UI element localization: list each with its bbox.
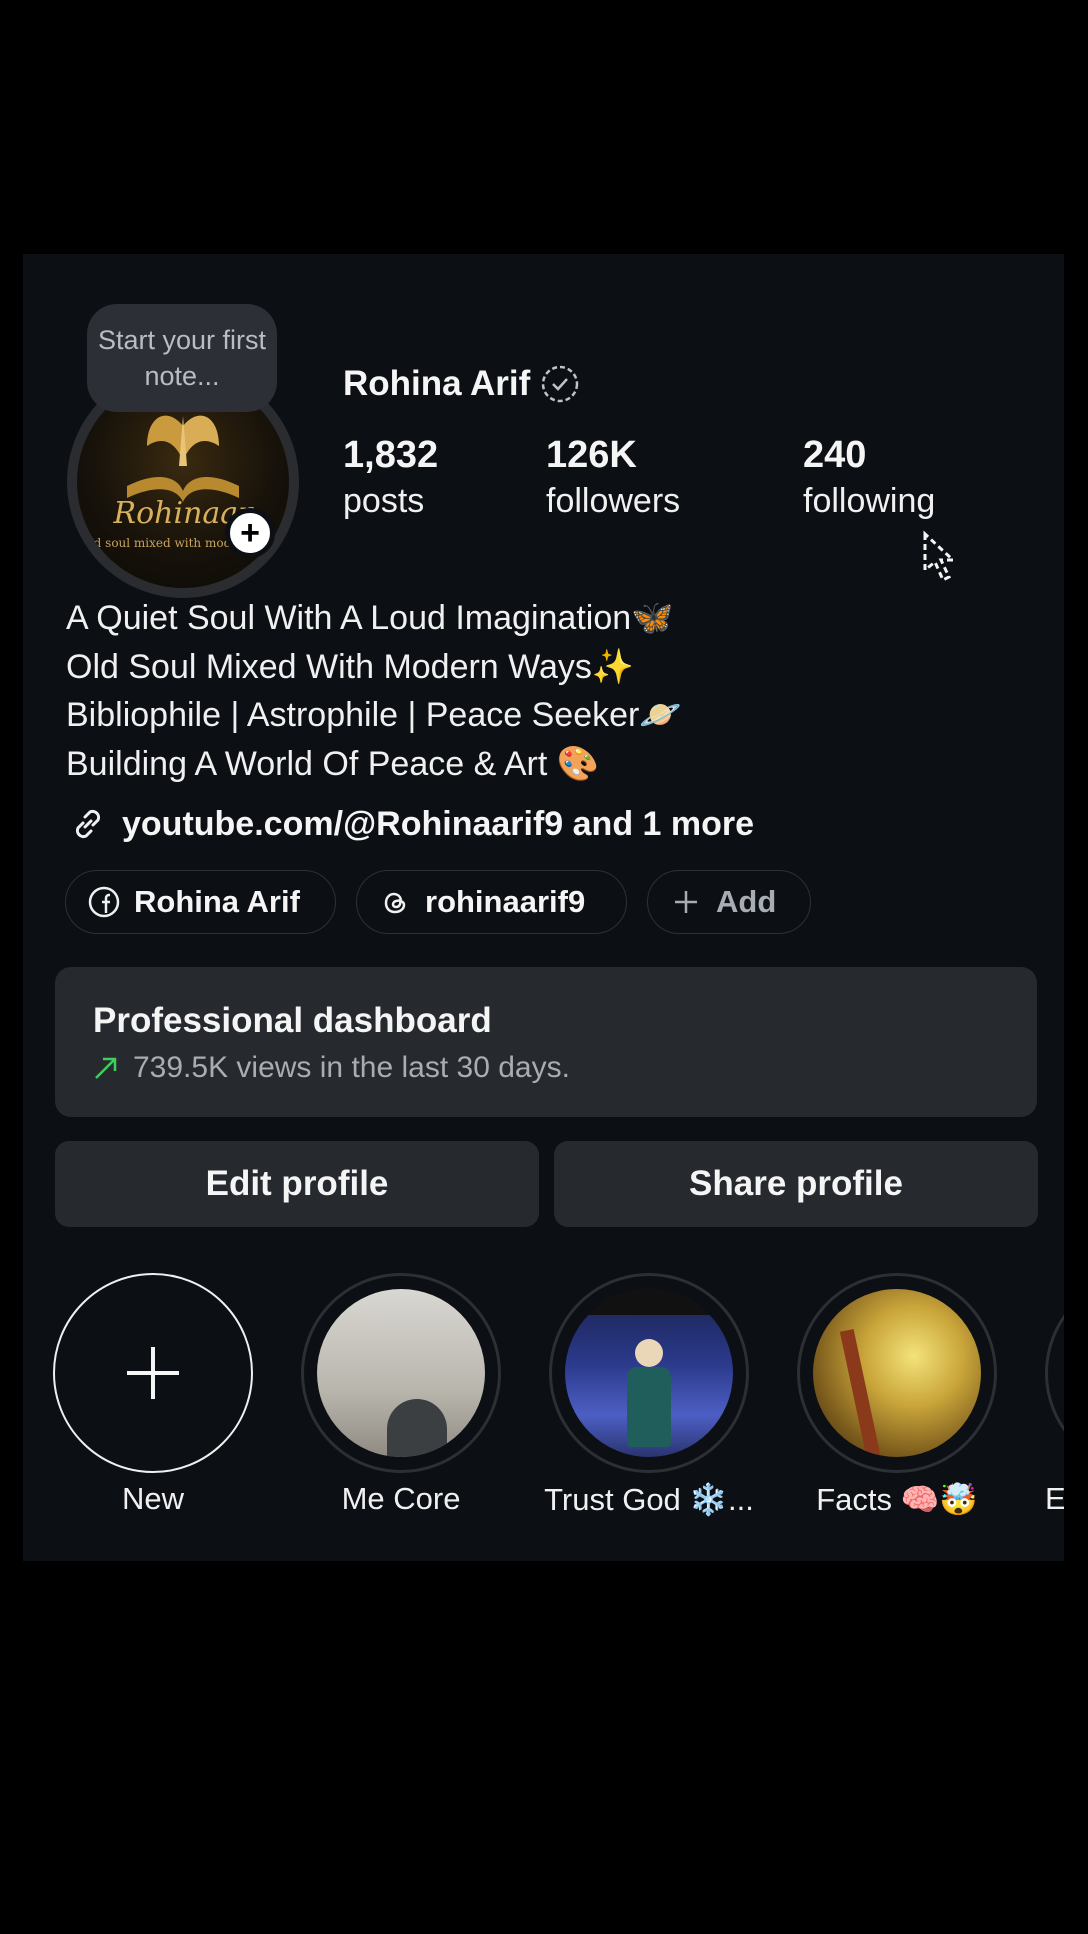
bio-line: Bibliophile | Astrophile | Peace Seeker🪐 bbox=[66, 696, 682, 734]
profile-name: Rohina Arif bbox=[343, 364, 531, 403]
followers-count: 126K bbox=[546, 434, 637, 476]
note-bubble[interactable]: Start your first note... bbox=[87, 304, 277, 412]
threads-chip[interactable]: rohinaarif9 bbox=[356, 870, 627, 934]
bio-line: A Quiet Soul With A Loud Imagination🦋 bbox=[66, 599, 674, 637]
stat-posts[interactable]: 1,832 posts bbox=[343, 432, 438, 524]
following-count: 240 bbox=[803, 434, 867, 476]
trend-up-icon bbox=[95, 1057, 117, 1079]
note-placeholder: Start your first note... bbox=[97, 325, 267, 391]
facebook-chip[interactable]: Rohina Arif bbox=[65, 870, 336, 934]
touch-cursor-icon bbox=[923, 530, 957, 583]
highlight-cover bbox=[565, 1289, 733, 1457]
highlight-label: New bbox=[121, 1481, 184, 1516]
bio-line: Old Soul Mixed With Modern Ways✨ bbox=[66, 647, 635, 686]
professional-dashboard[interactable]: Professional dashboard 739.5K views in t… bbox=[55, 967, 1037, 1117]
facebook-icon bbox=[88, 886, 120, 918]
highlight-label: Trust God ❄️... bbox=[544, 1482, 754, 1517]
stat-following[interactable]: 240 following bbox=[803, 432, 935, 524]
dashboard-views-text: 739.5K views in the last 30 days. bbox=[133, 1051, 570, 1084]
dashboard-subtitle: 739.5K views in the last 30 days. bbox=[93, 1051, 570, 1085]
dashboard-title: Professional dashboard bbox=[93, 1001, 492, 1040]
plus-icon bbox=[675, 891, 697, 913]
highlight-label: Facts 🧠🤯 bbox=[816, 1482, 978, 1517]
link-icon bbox=[75, 809, 101, 839]
plus-icon bbox=[127, 1347, 179, 1399]
following-label: following bbox=[803, 482, 936, 520]
profile-bio: A Quiet Soul With A Loud Imagination🦋 Ol… bbox=[66, 594, 682, 788]
link-text: youtube.com/@Rohinaarif9 and 1 more bbox=[122, 804, 755, 843]
highlight-cover bbox=[317, 1289, 485, 1457]
followers-label: followers bbox=[546, 482, 681, 520]
add-link-chip[interactable]: Add bbox=[647, 870, 811, 934]
posts-label: posts bbox=[343, 482, 425, 520]
chip-label: Add bbox=[716, 884, 777, 919]
chip-label: Rohina Arif bbox=[134, 884, 300, 919]
threads-icon bbox=[384, 892, 406, 914]
verified-badge-icon[interactable] bbox=[540, 364, 580, 404]
bio-line: Building A World Of Peace & Art 🎨 bbox=[66, 744, 600, 783]
stat-followers[interactable]: 126K followers bbox=[546, 432, 680, 524]
edit-profile-button[interactable]: Edit profile bbox=[55, 1141, 539, 1227]
highlight-cover bbox=[813, 1289, 981, 1457]
profile-panel: Rohinaar Old soul mixed with modern ways… bbox=[23, 254, 1064, 1561]
new-highlight-ring bbox=[53, 1273, 253, 1473]
profile-link[interactable]: youtube.com/@Rohinaarif9 and 1 more bbox=[66, 802, 754, 846]
name-row: Rohina Arif bbox=[343, 364, 580, 404]
add-story-button[interactable]: + bbox=[225, 508, 275, 558]
book-logo-icon bbox=[127, 415, 239, 502]
highlight-label: Elo bbox=[1045, 1481, 1064, 1516]
chip-label: rohinaarif9 bbox=[425, 884, 586, 919]
highlight-ring bbox=[1045, 1273, 1064, 1473]
posts-count: 1,832 bbox=[343, 434, 439, 476]
share-profile-button[interactable]: Share profile bbox=[554, 1141, 1038, 1227]
highlight-label: Me Core bbox=[341, 1481, 461, 1516]
